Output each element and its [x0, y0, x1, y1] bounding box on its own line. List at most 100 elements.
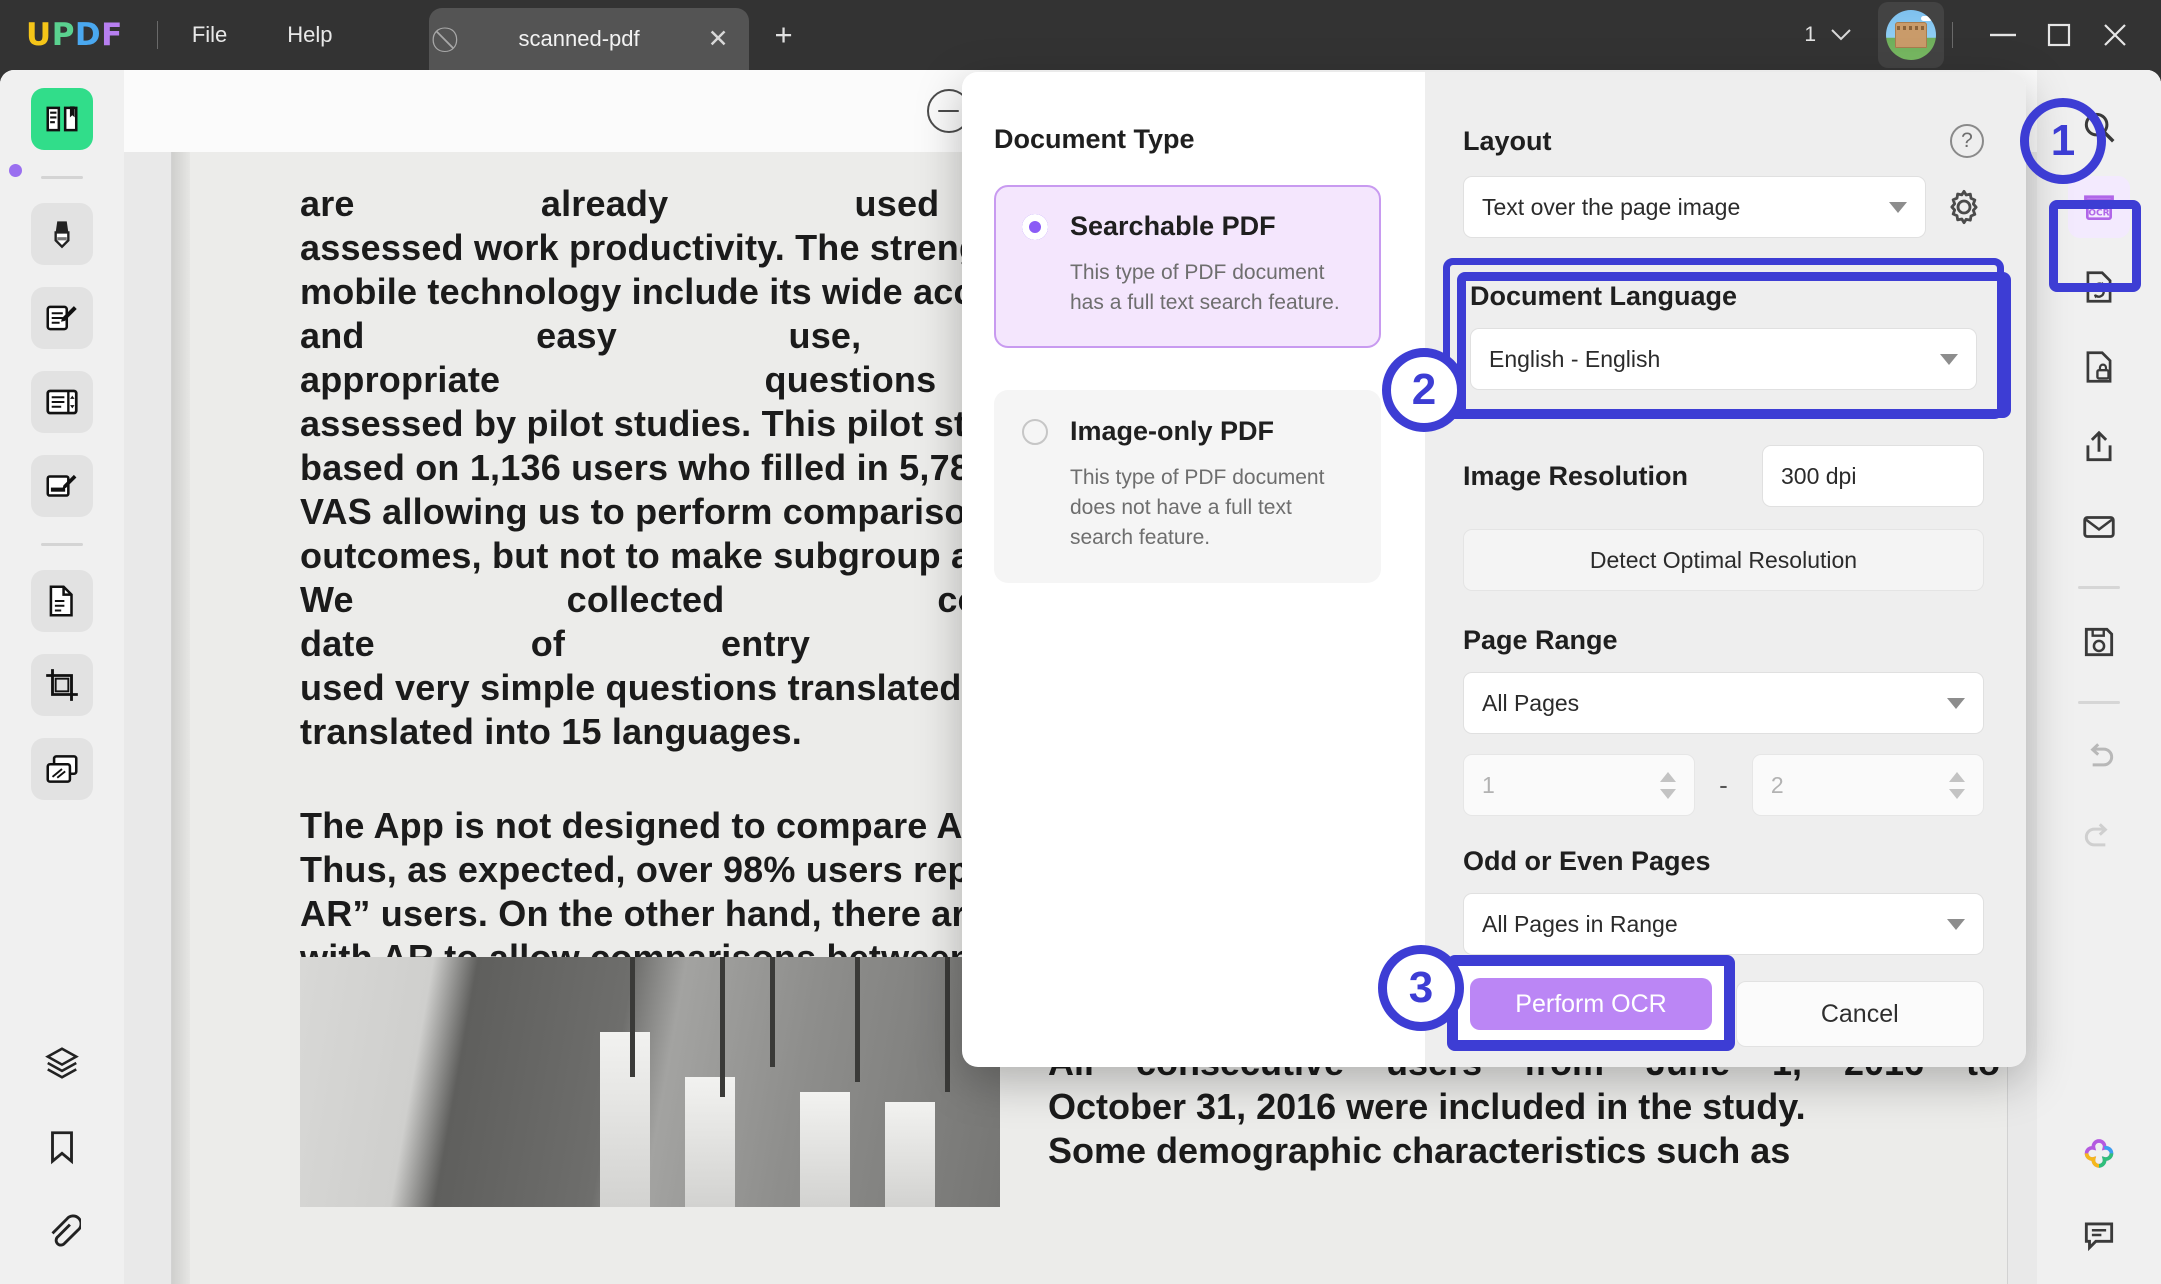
image-resolution-heading: Image Resolution: [1463, 460, 1689, 491]
comment-bubble-icon: [2084, 1222, 2114, 1252]
stepper-up-icon[interactable]: [1949, 771, 1966, 782]
right-sidebar-divider-1: [2078, 586, 2120, 589]
logo-letter-f: F: [101, 17, 123, 53]
gear-icon[interactable]: [1944, 187, 1984, 227]
layout-value: Text over the page image: [1482, 193, 1741, 220]
page-range-select[interactable]: All Pages: [1463, 672, 1984, 734]
odd-even-select[interactable]: All Pages in Range: [1463, 893, 1984, 955]
page-range-heading: Page Range: [1463, 625, 1618, 655]
logo-letter-u: U: [26, 17, 52, 53]
batch-pages-icon: [46, 755, 78, 783]
sidebar-item-edit-content[interactable]: [31, 455, 93, 517]
file-lock-icon: [2086, 351, 2112, 383]
chevron-down-icon: [1947, 697, 1965, 709]
page-edge-shadow: [172, 152, 190, 1284]
ai-flower-icon: [2084, 1139, 2114, 1168]
odd-even-value: All Pages in Range: [1482, 910, 1678, 937]
sidebar-item-crop[interactable]: [31, 654, 93, 716]
floppy-save-icon: [2084, 627, 2114, 657]
layout-heading: Layout: [1463, 125, 1552, 156]
close-icon[interactable]: ✕: [708, 24, 729, 54]
new-tab-button[interactable]: +: [775, 17, 793, 53]
paperclip-icon: [51, 1214, 81, 1247]
share-upload-icon: [2086, 430, 2112, 462]
right-sidebar-divider-2: [2078, 701, 2120, 704]
sidebar-item-highlighter[interactable]: [31, 203, 93, 265]
page-range-to-input[interactable]: 2: [1751, 754, 1985, 816]
sidebar-item-undo[interactable]: [2068, 726, 2130, 788]
titlebar-right-group: 1: [1804, 2, 2161, 68]
option-description: This type of PDF document has a full tex…: [1070, 261, 1340, 314]
sidebar-item-redo[interactable]: [2068, 806, 2130, 868]
sidebar-item-email[interactable]: [2068, 496, 2130, 558]
option-image-only-pdf[interactable]: Image-only PDF This type of PDF document…: [994, 390, 1381, 583]
stepper-up-icon[interactable]: [1660, 771, 1677, 782]
sidebar-item-batch[interactable]: [31, 738, 93, 800]
edit-content-icon: [46, 474, 77, 497]
sidebar-item-convert[interactable]: [31, 570, 93, 632]
bookmark-icon: [51, 1131, 73, 1165]
help-question-icon[interactable]: ?: [1950, 124, 1984, 158]
close-button[interactable]: [2087, 13, 2143, 57]
radio-image-only-pdf[interactable]: [1022, 418, 1048, 445]
sidebar-item-reader-mode[interactable]: [31, 88, 93, 150]
title-bar: U P D F File Help ⃠ scanned-pdf ✕ + 1: [0, 0, 2161, 70]
sidebar-item-page-organize[interactable]: [31, 371, 93, 433]
avatar[interactable]: [1878, 2, 1944, 68]
doc-line: Some demographic characteristics such as: [1048, 1130, 1791, 1171]
sidebar-item-comments[interactable]: [2068, 1204, 2130, 1266]
chevron-down-icon: [1831, 29, 1851, 41]
sidebar-item-bookmark[interactable]: [31, 1116, 93, 1178]
chevron-down-icon: [1947, 918, 1965, 930]
annotation-box-ocr-button: [2049, 200, 2141, 292]
odd-even-heading: Odd or Even Pages: [1463, 846, 1711, 876]
annotate-pencil-icon: [46, 305, 77, 331]
page-range-value: All Pages: [1482, 689, 1580, 716]
sidebar-item-ai-assistant[interactable]: [2068, 1124, 2130, 1186]
option-label: Image-only PDF: [1070, 416, 1275, 446]
document-tab[interactable]: ⃠ scanned-pdf ✕: [428, 8, 749, 70]
sidebar-item-annotate[interactable]: [31, 287, 93, 349]
logo-letter-p: P: [51, 17, 75, 53]
radio-searchable-pdf[interactable]: [1022, 213, 1048, 240]
layers-icon: [45, 1047, 79, 1079]
avatar-image: [1886, 10, 1936, 60]
left-sidebar: [0, 70, 124, 1284]
tab-title: scanned-pdf: [518, 26, 640, 51]
annotation-marker-1: 1: [2020, 98, 2106, 184]
annotation-box-document-language: [1457, 272, 2011, 418]
page-range-to-value: 2: [1770, 771, 1784, 798]
menu-file[interactable]: File: [192, 22, 227, 48]
menu-help[interactable]: Help: [287, 22, 332, 48]
stepper-down-icon[interactable]: [1660, 788, 1677, 799]
stepper-down-icon[interactable]: [1949, 788, 1966, 799]
sidebar-item-save[interactable]: [2068, 611, 2130, 673]
image-resolution-select[interactable]: 300 dpi: [1762, 445, 1984, 507]
ocr-dialog-left-panel: Document Type Searchable PDF This type o…: [962, 72, 1425, 1067]
detect-optimal-resolution-button[interactable]: Detect Optimal Resolution: [1463, 529, 1984, 591]
page-range-from-input[interactable]: 1: [1463, 754, 1696, 816]
sidebar-divider-2: [41, 543, 83, 546]
perform-ocr-button-overlay[interactable]: Perform OCR: [1470, 978, 1712, 1030]
logo-letter-d: D: [74, 17, 102, 53]
annotation-marker-2: 2: [1382, 348, 1466, 432]
maximize-button[interactable]: [2031, 13, 2087, 57]
ocr-dialog-right-panel: Layout ? Text over the page image Docume…: [1425, 72, 2026, 1067]
sidebar-item-protect[interactable]: [2068, 336, 2130, 398]
page-range-spinners: 1 - 2: [1463, 754, 1985, 816]
titlebar-divider: [156, 21, 158, 49]
sidebar-item-attachment[interactable]: [31, 1200, 93, 1262]
updf-logo: U P D F: [26, 17, 123, 53]
sidebar-item-layers[interactable]: [31, 1032, 93, 1094]
page-range-separator: -: [1719, 769, 1728, 800]
cancel-button[interactable]: Cancel: [1735, 981, 1984, 1047]
sidebar-indicator-dot: [9, 164, 22, 177]
option-searchable-pdf[interactable]: Searchable PDF This type of PDF document…: [994, 185, 1381, 348]
sidebar-item-share[interactable]: [2068, 416, 2130, 478]
image-resolution-value: 300 dpi: [1781, 462, 1857, 489]
annotation-marker-3: 3: [1378, 945, 1464, 1031]
minimize-button[interactable]: [1975, 13, 2031, 57]
page-organize-icon: [46, 389, 78, 415]
page-count-dropdown[interactable]: 1: [1804, 23, 1852, 47]
layout-select[interactable]: Text over the page image: [1463, 176, 1926, 238]
